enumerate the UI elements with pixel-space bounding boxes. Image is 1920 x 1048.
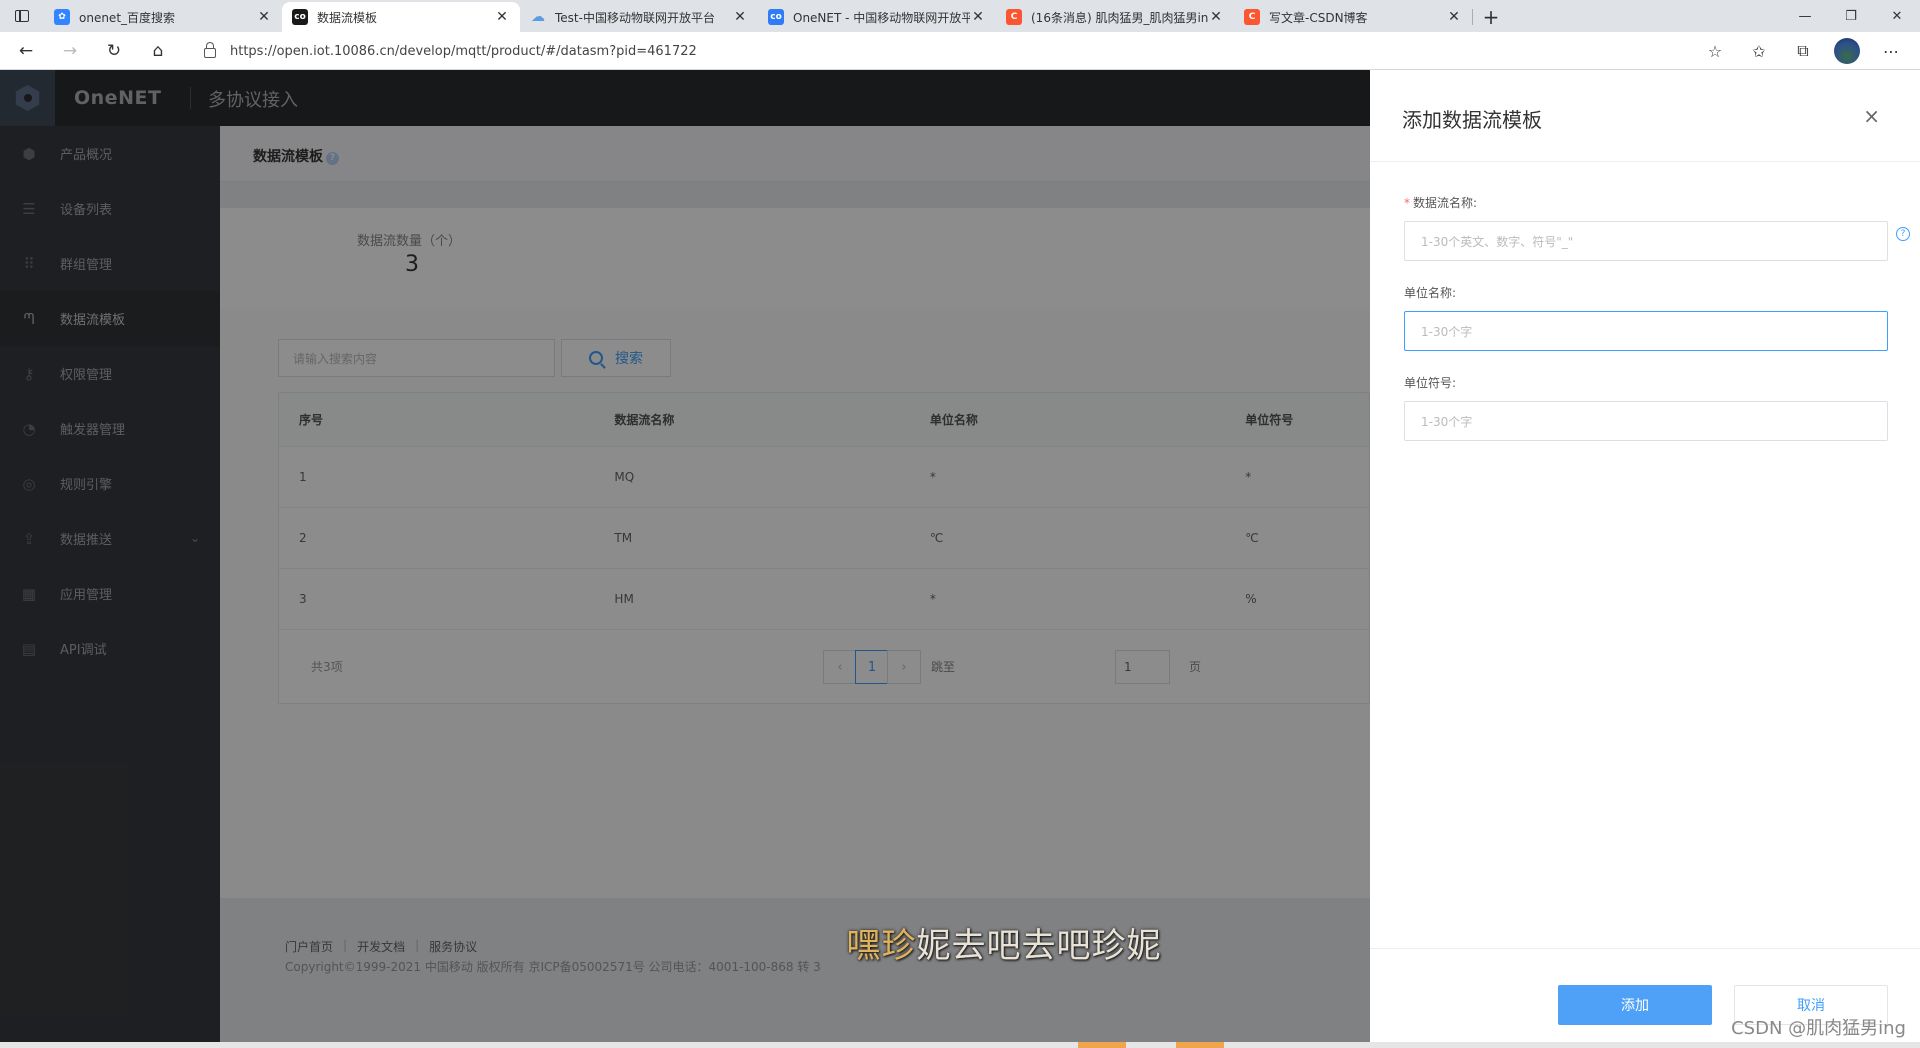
lock-icon — [204, 42, 216, 58]
tab-close-icon[interactable]: ✕ — [732, 9, 748, 25]
arrow-right-icon: → — [62, 40, 78, 61]
required-mark: * — [1404, 196, 1410, 210]
drawer-header: 添加数据流模板 × — [1370, 70, 1920, 162]
tab-close-icon[interactable]: ✕ — [970, 9, 986, 25]
more-menu-button[interactable]: ⋯ — [1878, 38, 1904, 64]
cloud-icon: ☁ — [531, 9, 545, 25]
onenet-icon: co — [768, 9, 784, 25]
unit-symbol-label: 单位符号: — [1404, 376, 1457, 390]
taskbar-edge — [0, 1042, 1920, 1048]
tab-close-icon[interactable]: ✕ — [494, 9, 510, 25]
tab-title: onenet_百度搜索 — [79, 10, 176, 25]
modal-mask-header — [0, 70, 1370, 126]
csdn-icon: C — [1006, 9, 1022, 25]
baidu-paw-icon: ✿ — [54, 9, 70, 25]
window-controls: — ❐ ✕ — [1782, 0, 1920, 32]
back-button[interactable]: ← — [8, 35, 44, 67]
tab-actions-icon — [15, 10, 29, 22]
browser-tab-test[interactable]: ☁ Test-中国移动物联网开放平台 ✕ — [520, 2, 758, 32]
arrow-left-icon: ← — [18, 40, 34, 61]
unit-symbol-field[interactable]: 1-30个字 — [1404, 401, 1888, 441]
unit-name-field[interactable]: 1-30个字 — [1404, 311, 1888, 351]
forward-button[interactable]: → — [52, 35, 88, 67]
taskbar-active-indicator — [1176, 1042, 1224, 1048]
browser-tab-csdn-write[interactable]: C 写文章-CSDN博客 ✕ — [1234, 2, 1472, 32]
tab-close-icon[interactable]: ✕ — [256, 9, 272, 25]
browser-address-bar: ← → ↻ ⌂ https://open.iot.10086.cn/develo… — [0, 32, 1920, 70]
onenet-app: OneNET 多协议接入 ⬢ 产品概况 ☰ 设备列表 ⠿ 群组管理 ᘉ 数据流模… — [0, 70, 1920, 1048]
onenet-icon: co — [292, 9, 308, 25]
subtitle-highlight: 嘿珍 — [846, 926, 917, 966]
home-button[interactable]: ⌂ — [140, 35, 176, 67]
video-subtitle: 嘿珍妮去吧去吧珍妮 — [0, 918, 1920, 967]
tab-title: 数据流模板 — [317, 10, 378, 25]
unit-name-label: 单位名称: — [1404, 286, 1457, 300]
browser-tab-onenet[interactable]: co OneNET - 中国移动物联网开放平 ✕ — [758, 2, 996, 32]
subtitle-text: 妮去吧去吧珍妮 — [916, 926, 1162, 966]
home-icon: ⌂ — [152, 40, 164, 61]
tab-title: OneNET - 中国移动物联网开放平 — [793, 10, 970, 25]
refresh-button[interactable]: ↻ — [96, 35, 132, 67]
tab-title: (16条消息) 肌肉猛男_肌肉猛男ing — [1031, 10, 1208, 25]
add-button[interactable]: 添加 — [1558, 985, 1712, 1025]
tab-title: Test-中国移动物联网开放平台 — [555, 10, 715, 25]
add-datastream-drawer: 添加数据流模板 × * 数据流名称: 1-30个英文、数字、符号"_" ? 单位名… — [1370, 70, 1920, 1048]
browser-tab-bar: ✿ onenet_百度搜索 ✕ co 数据流模板 ✕ ☁ Test-中国移动物联… — [0, 0, 1920, 32]
avatar — [1834, 38, 1860, 64]
tab-close-icon[interactable]: ✕ — [1446, 9, 1462, 25]
datastream-name-label: * 数据流名称: — [1404, 194, 1477, 211]
help-icon[interactable]: ? — [1896, 227, 1910, 241]
minimize-button[interactable]: — — [1782, 0, 1828, 32]
plus-icon: + — [1482, 5, 1500, 29]
tab-actions-button[interactable] — [0, 0, 44, 32]
modal-mask[interactable] — [0, 126, 1370, 1048]
favorites-button[interactable]: ✩ — [1746, 38, 1772, 64]
tab-title: 写文章-CSDN博客 — [1269, 10, 1368, 25]
restore-button[interactable]: ❐ — [1828, 0, 1874, 32]
add-favorite-button[interactable]: ☆ — [1702, 38, 1728, 64]
new-tab-button[interactable]: + — [1473, 2, 1509, 32]
csdn-watermark: CSDN @肌肉猛男ing — [1731, 1018, 1906, 1039]
url-text: https://open.iot.10086.cn/develop/mqtt/p… — [230, 43, 697, 59]
window-close-button[interactable]: ✕ — [1874, 0, 1920, 32]
csdn-icon: C — [1244, 9, 1260, 25]
url-field[interactable]: https://open.iot.10086.cn/develop/mqtt/p… — [188, 35, 1728, 67]
browser-tab-datastream[interactable]: co 数据流模板 ✕ — [282, 2, 520, 32]
collections-button[interactable]: ⧉ — [1790, 38, 1816, 64]
browser-tab-baidu[interactable]: ✿ onenet_百度搜索 ✕ — [44, 2, 282, 32]
refresh-icon: ↻ — [106, 40, 122, 61]
drawer-title: 添加数据流模板 — [1402, 108, 1542, 132]
datastream-name-label-text: 数据流名称: — [1413, 196, 1478, 210]
datastream-name-field[interactable]: 1-30个英文、数字、符号"_" — [1404, 221, 1888, 261]
browser-toolbar-icons: ☆ ✩ ⧉ ⋯ — [1702, 32, 1904, 70]
browser-tab-csdn-messages[interactable]: C (16条消息) 肌肉猛男_肌肉猛男ing ✕ — [996, 2, 1234, 32]
close-icon[interactable]: × — [1863, 104, 1880, 128]
profile-button[interactable] — [1834, 38, 1860, 64]
tab-close-icon[interactable]: ✕ — [1208, 9, 1224, 25]
taskbar-active-indicator — [1078, 1042, 1126, 1048]
